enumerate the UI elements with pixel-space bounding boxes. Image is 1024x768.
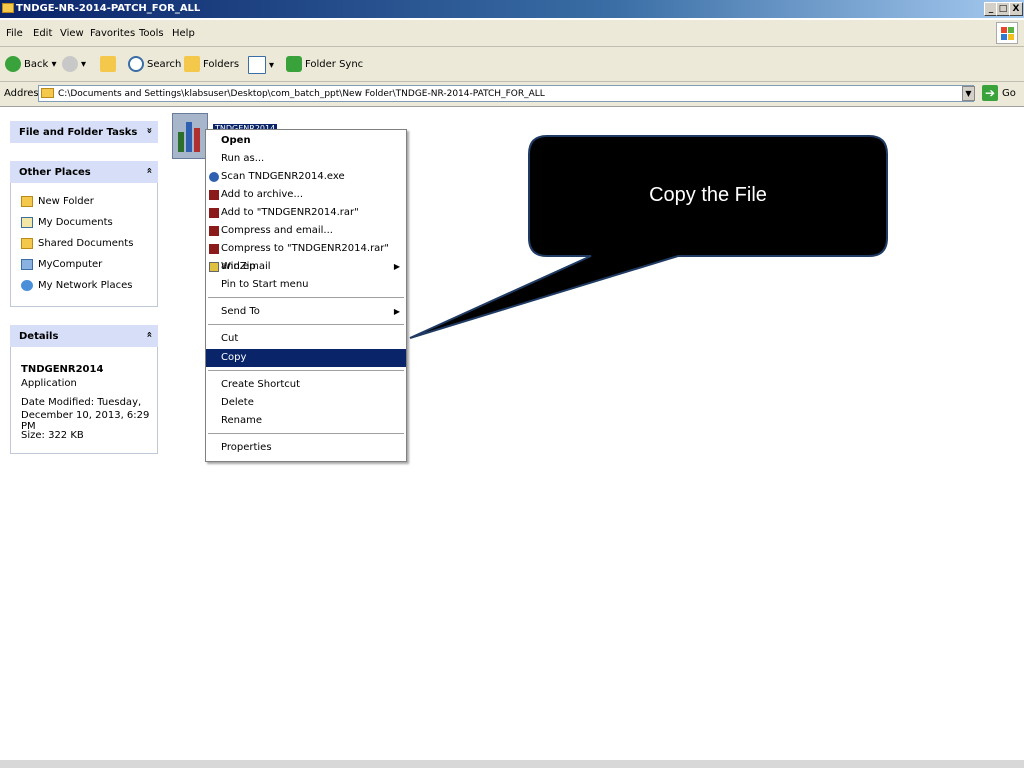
callout-bubble [409,135,888,339]
status-bar [0,760,1024,768]
callout-text: Copy the File [649,184,767,206]
